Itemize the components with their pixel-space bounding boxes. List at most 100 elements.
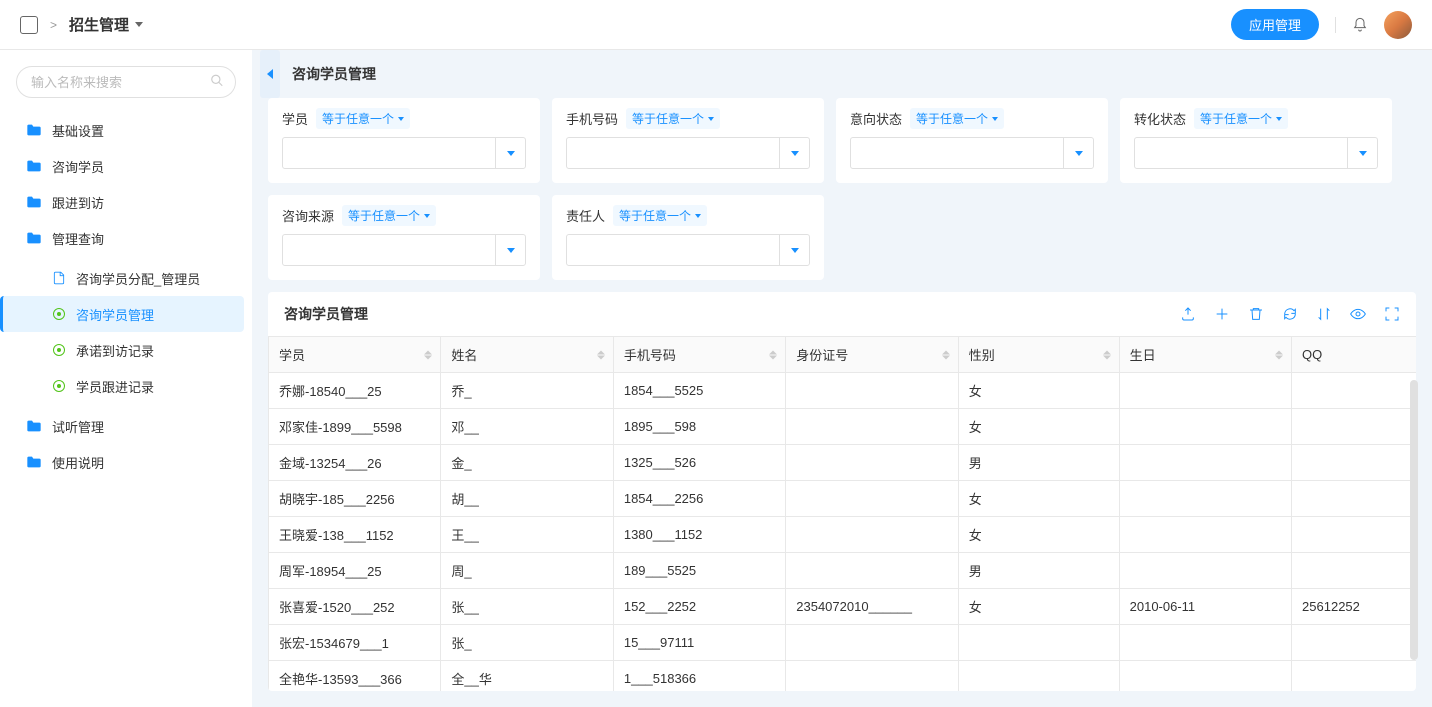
folder-icon xyxy=(26,455,42,469)
sidebar-item[interactable]: 咨询学员分配_管理员 xyxy=(16,260,244,296)
table-cell: 1380___1152 xyxy=(613,517,785,553)
table-cell: 王晓爱-138___1152 xyxy=(269,517,441,553)
column-header[interactable]: 姓名 xyxy=(441,337,613,373)
refresh-icon[interactable] xyxy=(1282,306,1298,322)
sidebar-item[interactable]: 管理查询 xyxy=(16,220,244,256)
sort-icon xyxy=(424,350,432,359)
table-cell: 男 xyxy=(958,553,1119,589)
sidebar-item[interactable]: 基础设置 xyxy=(16,112,244,148)
table-cell: 25612252 xyxy=(1292,589,1416,625)
filter-condition[interactable]: 等于任意一个 xyxy=(1194,108,1288,129)
table-cell: 女 xyxy=(958,409,1119,445)
filter-condition[interactable]: 等于任意一个 xyxy=(910,108,1004,129)
breadcrumb-title[interactable]: 招生管理 xyxy=(69,14,143,35)
table-cell: 15___97111 xyxy=(613,625,785,661)
column-header[interactable]: 生日 xyxy=(1119,337,1291,373)
delete-icon[interactable] xyxy=(1248,306,1264,322)
table-row[interactable]: 张喜爱-1520___252张__152___22522354072010___… xyxy=(269,589,1417,625)
sidebar-item-label: 基础设置 xyxy=(52,121,104,140)
sidebar: 基础设置咨询学员跟进到访管理查询 咨询学员分配_管理员咨询学员管理承诺到访记录学… xyxy=(0,50,252,707)
filter-name: 手机号码 xyxy=(566,109,618,128)
filter-card: 责任人等于任意一个 xyxy=(552,195,824,280)
eye-icon[interactable] xyxy=(1350,306,1366,322)
table-cell xyxy=(1292,409,1416,445)
sidebar-item[interactable]: 跟进到访 xyxy=(16,184,244,220)
folder-icon xyxy=(26,231,42,245)
table-cell: 乔_ xyxy=(441,373,613,409)
sort-icon xyxy=(1103,350,1111,359)
table-cell: 男 xyxy=(958,445,1119,481)
table-cell: 女 xyxy=(958,589,1119,625)
column-header[interactable]: 性别 xyxy=(958,337,1119,373)
breadcrumb-separator: > xyxy=(50,18,57,32)
filter-select[interactable] xyxy=(566,234,810,266)
table-cell: 张喜爱-1520___252 xyxy=(269,589,441,625)
breadcrumb-title-text: 招生管理 xyxy=(69,14,129,35)
table-cell: 张宏-1534679___1 xyxy=(269,625,441,661)
filter-card: 咨询来源等于任意一个 xyxy=(268,195,540,280)
export-icon[interactable] xyxy=(1180,306,1196,322)
target-icon xyxy=(52,307,66,321)
folder-icon xyxy=(26,123,42,137)
table-row[interactable]: 张宏-1534679___1张_15___97111 xyxy=(269,625,1417,661)
collapse-sidebar-button[interactable] xyxy=(260,50,280,98)
fullscreen-icon[interactable] xyxy=(1384,306,1400,322)
chevron-down-icon xyxy=(507,248,515,253)
filter-name: 责任人 xyxy=(566,206,605,225)
target-icon xyxy=(52,379,66,393)
search-input[interactable] xyxy=(16,66,236,98)
filter-condition[interactable]: 等于任意一个 xyxy=(342,205,436,226)
table-cell: 女 xyxy=(958,517,1119,553)
table-cell xyxy=(1119,481,1291,517)
sidebar-item[interactable]: 咨询学员 xyxy=(16,148,244,184)
filter-select[interactable] xyxy=(282,137,526,169)
sidebar-item[interactable]: 承诺到访记录 xyxy=(16,332,244,368)
filter-select[interactable] xyxy=(282,234,526,266)
filter-select[interactable] xyxy=(1134,137,1378,169)
sidebar-item[interactable]: 咨询学员管理 xyxy=(0,296,244,332)
column-header[interactable]: QQ xyxy=(1292,337,1416,373)
add-icon[interactable] xyxy=(1214,306,1230,322)
app-icon[interactable] xyxy=(20,16,38,34)
table-cell: 全艳华-13593___366 xyxy=(269,661,441,692)
table-cell xyxy=(786,409,958,445)
sidebar-item[interactable]: 试听管理 xyxy=(16,408,244,444)
table-cell: 1854___2256 xyxy=(613,481,785,517)
table-row[interactable]: 金域-13254___26金_1325___526男金_ xyxy=(269,445,1417,481)
table-row[interactable]: 周军-18954___25周_189___5525男周奇 xyxy=(269,553,1417,589)
folder-icon xyxy=(26,419,42,433)
table-cell xyxy=(786,517,958,553)
sort-icon[interactable] xyxy=(1316,306,1332,322)
table-cell xyxy=(1292,373,1416,409)
table-row[interactable]: 王晓爱-138___1152王__1380___1152女王宇 xyxy=(269,517,1417,553)
chevron-down-icon xyxy=(507,151,515,156)
main-content: 咨询学员管理 学员等于任意一个 手机号码等于任意一个 意向状态等于任意一个 转化… xyxy=(252,50,1432,707)
table-title: 咨询学员管理 xyxy=(284,304,368,324)
table-row[interactable]: 全艳华-13593___366全__华1___518366 xyxy=(269,661,1417,692)
column-header[interactable]: 手机号码 xyxy=(613,337,785,373)
app-manage-button[interactable]: 应用管理 xyxy=(1231,9,1319,40)
table-cell: 1854___5525 xyxy=(613,373,785,409)
data-table: 学员姓名手机号码身份证号性别生日QQ家长姓名 乔娜-18540___25乔_18… xyxy=(268,336,1416,691)
filter-condition[interactable]: 等于任意一个 xyxy=(316,108,410,129)
table-actions xyxy=(1180,306,1400,322)
column-header[interactable]: 学员 xyxy=(269,337,441,373)
table-cell: 胡晓宇-185___2256 xyxy=(269,481,441,517)
column-header[interactable]: 身份证号 xyxy=(786,337,958,373)
filter-select[interactable] xyxy=(566,137,810,169)
table-row[interactable]: 邓家佳-1899___5598邓__1895___598女邓_ xyxy=(269,409,1417,445)
table-row[interactable]: 乔娜-18540___25乔_1854___5525女乔_ xyxy=(269,373,1417,409)
table-cell xyxy=(786,661,958,692)
table-cell xyxy=(1292,517,1416,553)
bell-icon[interactable] xyxy=(1352,17,1368,33)
table-row[interactable]: 胡晓宇-185___2256胡__1854___2256女胡_ xyxy=(269,481,1417,517)
sidebar-item[interactable]: 使用说明 xyxy=(16,444,244,480)
filter-condition[interactable]: 等于任意一个 xyxy=(626,108,720,129)
avatar[interactable] xyxy=(1384,11,1412,39)
table-cell: 周_ xyxy=(441,553,613,589)
sidebar-item-label: 学员跟进记录 xyxy=(76,377,154,396)
sidebar-item[interactable]: 学员跟进记录 xyxy=(16,368,244,404)
scrollbar[interactable] xyxy=(1410,380,1418,660)
filter-condition[interactable]: 等于任意一个 xyxy=(613,205,707,226)
filter-select[interactable] xyxy=(850,137,1094,169)
